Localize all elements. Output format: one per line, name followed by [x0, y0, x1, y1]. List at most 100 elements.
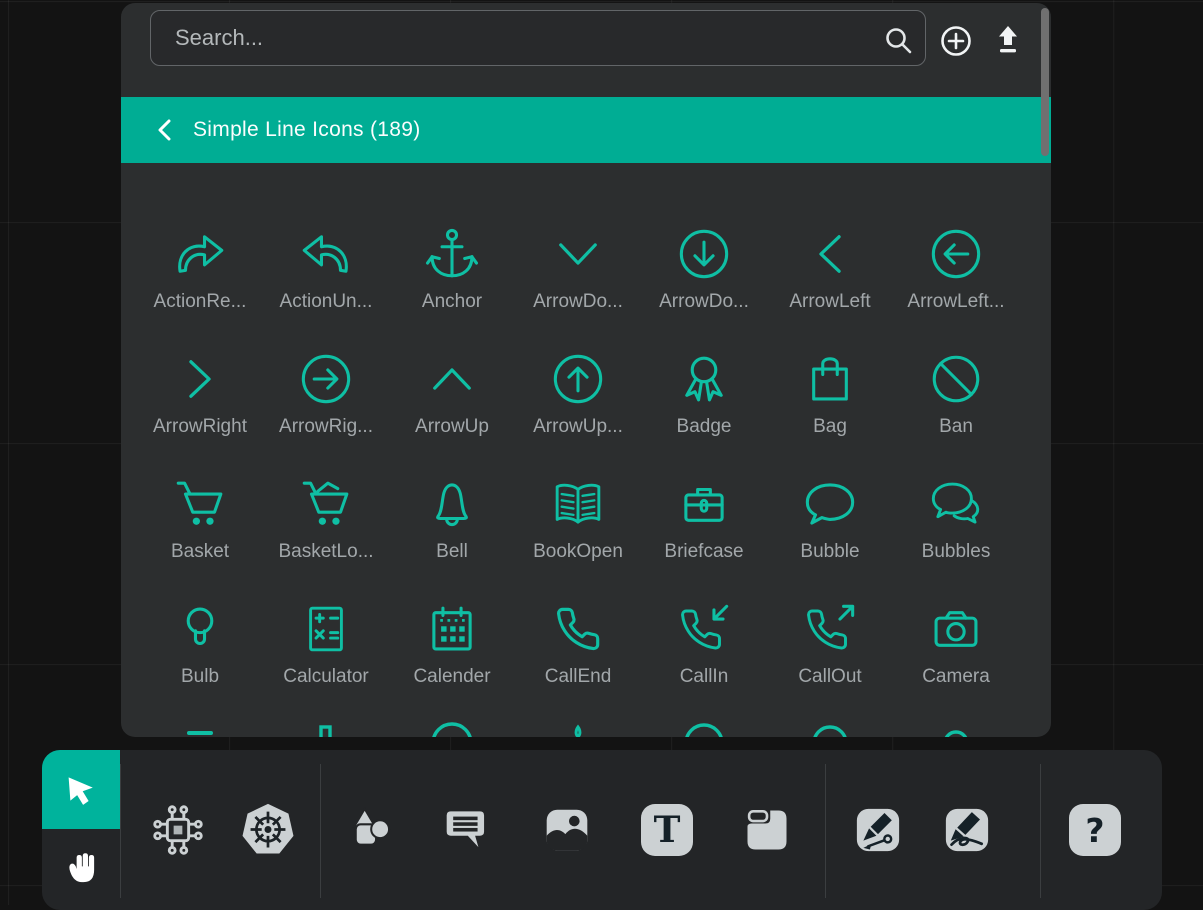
icon-cell-bubbles[interactable]: Bubbles — [893, 465, 1019, 590]
icon-label: ArrowLeft... — [907, 291, 1004, 313]
call-end-icon — [549, 600, 607, 658]
icon-cell-ban[interactable]: Ban — [893, 340, 1019, 465]
icon-label: CallIn — [680, 666, 729, 688]
arrow-down-icon — [549, 225, 607, 283]
help-button[interactable]: ? — [1069, 804, 1121, 856]
icon-cell-badge[interactable]: Badge — [641, 340, 767, 465]
anchor-icon — [423, 225, 481, 283]
icon-label: Calender — [413, 666, 490, 688]
icon-label: ArrowLeft — [789, 291, 870, 313]
bubble-icon — [801, 475, 859, 533]
icon-cell-calender[interactable]: Calender — [389, 590, 515, 715]
action-redo-icon — [171, 225, 229, 283]
icon-cell-arrow-up[interactable]: ArrowUp — [389, 340, 515, 465]
shapes-icon — [346, 804, 398, 856]
icon-cell-camera[interactable]: Camera — [893, 590, 1019, 715]
partial-icon — [168, 721, 232, 737]
icon-cell-arrow-right-circle[interactable]: ArrowRig... — [263, 340, 389, 465]
toolbar-divider — [1040, 764, 1041, 898]
back-chevron-icon[interactable] — [153, 117, 179, 143]
question-icon: ? — [1069, 804, 1121, 856]
drawer-header: Simple Line Icons (189) — [121, 97, 1051, 163]
scrollbar-thumb[interactable] — [1041, 8, 1049, 156]
partial-icon — [420, 721, 484, 737]
icon-label: ArrowUp — [415, 416, 489, 438]
comment-icon — [441, 804, 493, 856]
sketch-tool-button[interactable] — [941, 804, 993, 856]
calculator-icon — [297, 600, 355, 658]
pencil-sketch-icon — [941, 804, 993, 856]
icon-label: Camera — [922, 666, 990, 688]
help-glyph: ? — [1085, 814, 1104, 847]
icon-cell-arrow-down-circle[interactable]: ArrowDo... — [641, 215, 767, 340]
icon-label: Bulb — [181, 666, 219, 688]
icon-label: Ban — [939, 416, 973, 438]
edge-pen-tool-button[interactable] — [852, 804, 904, 856]
pan-tool-button[interactable] — [42, 829, 120, 908]
action-undo-icon — [297, 225, 355, 283]
icon-label: ArrowRight — [153, 416, 247, 438]
icon-cell-anchor[interactable]: Anchor — [389, 215, 515, 340]
comment-tool-button[interactable] — [441, 804, 493, 856]
icon-cell-call-in[interactable]: CallIn — [641, 590, 767, 715]
icon-cell-bubble[interactable]: Bubble — [767, 465, 893, 590]
add-icon-button[interactable] — [938, 23, 974, 59]
partial-icon — [294, 721, 358, 737]
icon-cell-action-redo[interactable]: ActionRe... — [137, 215, 263, 340]
icon-label: ArrowDo... — [659, 291, 749, 313]
bubbles-icon — [927, 475, 985, 533]
partial-icon — [546, 721, 610, 737]
icon-cell-arrow-up-circle[interactable]: ArrowUp... — [515, 340, 641, 465]
icon-cell-bag[interactable]: Bag — [767, 340, 893, 465]
call-in-icon — [675, 600, 733, 658]
select-tool-button[interactable] — [42, 750, 120, 829]
icon-cell-arrow-down[interactable]: ArrowDo... — [515, 215, 641, 340]
note-tool-button[interactable] — [741, 804, 793, 856]
icon-cell-call-out[interactable]: CallOut — [767, 590, 893, 715]
icon-cell-basket-loaded[interactable]: BasketLo... — [263, 465, 389, 590]
kubernetes-tool-button[interactable] — [237, 799, 299, 861]
icon-cell-briefcase[interactable]: Briefcase — [641, 465, 767, 590]
icon-cell-bulb[interactable]: Bulb — [137, 590, 263, 715]
image-tool-button[interactable] — [541, 804, 593, 856]
calender-icon — [423, 600, 481, 658]
icon-label: Bubble — [800, 541, 859, 563]
text-glyph: T — [654, 812, 681, 848]
upload-icon — [990, 23, 1026, 59]
briefcase-icon — [675, 475, 733, 533]
arrow-down-circle-icon — [675, 225, 733, 283]
icon-label: Briefcase — [664, 541, 743, 563]
icon-label: ActionRe... — [154, 291, 247, 313]
partial-icon — [798, 721, 862, 737]
icon-cell-book-open[interactable]: BookOpen — [515, 465, 641, 590]
icon-cell-calculator[interactable]: Calculator — [263, 590, 389, 715]
icon-label: Bell — [436, 541, 468, 563]
icon-label: Basket — [171, 541, 229, 563]
partial-icon — [924, 721, 988, 737]
bell-icon — [423, 475, 481, 533]
icon-cell-arrow-left-circle[interactable]: ArrowLeft... — [893, 215, 1019, 340]
icon-cell-basket[interactable]: Basket — [137, 465, 263, 590]
arrow-right-circle-icon — [297, 350, 355, 408]
bag-icon — [801, 350, 859, 408]
partial-icon-row — [137, 721, 1035, 737]
components-tool-button[interactable] — [147, 799, 209, 861]
canvas-background[interactable]: Simple Line Icons (189) ActionRe... Acti… — [0, 0, 1203, 905]
icon-cell-action-undo[interactable]: ActionUn... — [263, 215, 389, 340]
text-tool-button[interactable]: T — [641, 804, 693, 856]
icon-grid: ActionRe... ActionUn... Anchor ArrowDo..… — [137, 215, 1035, 715]
circuit-icon — [147, 799, 209, 861]
shapes-tool-button[interactable] — [346, 804, 398, 856]
icon-cell-call-end[interactable]: CallEnd — [515, 590, 641, 715]
icon-cell-arrow-left[interactable]: ArrowLeft — [767, 215, 893, 340]
icon-cell-bell[interactable]: Bell — [389, 465, 515, 590]
search-input[interactable] — [150, 10, 926, 66]
icon-label: ArrowRig... — [279, 416, 373, 438]
book-open-icon — [549, 475, 607, 533]
icon-label: BasketLo... — [278, 541, 373, 563]
bulb-icon — [171, 600, 229, 658]
icon-label: ArrowDo... — [533, 291, 623, 313]
icon-cell-arrow-right[interactable]: ArrowRight — [137, 340, 263, 465]
upload-button[interactable] — [990, 23, 1026, 59]
icon-label: BookOpen — [533, 541, 623, 563]
